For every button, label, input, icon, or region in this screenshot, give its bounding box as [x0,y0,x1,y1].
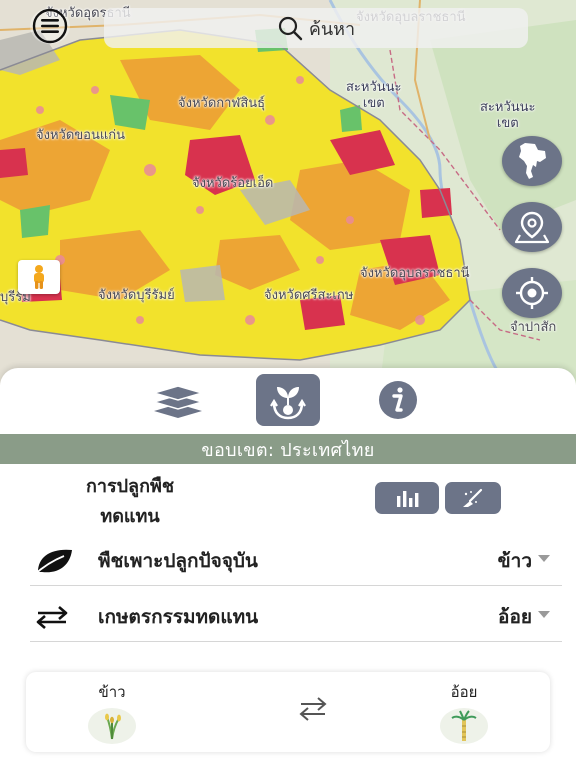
rice-icon [88,708,136,744]
hamburger-icon [32,8,68,44]
map-label-savannakhet-1: สะหวันนะ เขต [346,80,402,111]
search-placeholder: ค้นหา [308,18,356,40]
map-label-sisaket: จังหวัดศรีสะเกษ [264,288,354,303]
current-crop-label: พืชเพาะปลูกปัจจุบัน [98,549,258,572]
location-pin-button[interactable] [502,202,562,252]
alternative-crop-label: เกษตรกรรมทดแทน [98,605,259,628]
info-icon [379,381,417,419]
map-label-buriram: จังหวัดบุรีรัมย์ [98,288,175,303]
map-label-khonkaen: จังหวัดขอนแก่น [36,128,125,143]
search-icon [278,16,303,41]
panel-toolbar [0,374,576,430]
substitution-title: การปลูกพืชทดแทน [85,476,175,527]
my-location-button[interactable] [502,268,562,318]
compare-from-name: ข้าว [98,683,126,701]
crop-compare-card: ข้าว อ้อย [26,672,550,752]
chart-button[interactable] [375,482,439,514]
menu-button[interactable] [30,8,70,44]
pegman-icon [34,265,44,289]
map-label-kalasin: จังหวัดกาฬสินธุ์ [178,96,266,111]
current-crop-row[interactable]: พืชเพาะปลูกปัจจุบัน ข้าว [30,536,562,586]
leaf-icon [30,546,76,576]
exchange-icon [30,604,76,630]
land-suitability-map-layer [0,0,576,385]
street-view-pegman[interactable] [18,260,60,294]
plant-substitution-icon [270,387,306,420]
current-crop-value[interactable]: ข้าว [498,546,532,576]
location-pin-icon [514,211,550,244]
alternative-crop-row[interactable]: เกษตรกรรมทดแทน อ้อย [30,592,562,642]
chevron-down-icon [538,611,550,618]
clear-button[interactable] [445,482,501,514]
country-view-button[interactable] [502,136,562,186]
map-label-ubon: จังหวัดอุบลราชธานี [360,266,470,281]
map-label-roiet: จังหวัดร้อยเอ็ด [192,176,274,191]
scope-banner: ขอบเขต: ประเทศไทย [0,434,576,464]
sugarcane-icon [440,708,488,744]
crosshair-icon [516,277,548,309]
map-label-savannakhet-2: สะหวันนะ เขต [480,100,536,131]
map-label-champasak: จำปาสัก [510,320,557,335]
bar-chart-icon [397,491,419,507]
broom-icon [463,488,483,507]
thailand-map-icon [519,143,546,179]
layers-tab[interactable] [146,374,210,426]
layers-icon [152,385,204,418]
swap-icon[interactable] [298,694,328,728]
alternative-crop-value[interactable]: อ้อย [498,602,532,632]
compare-to: อ้อย [424,680,504,744]
substitution-tab[interactable] [256,374,320,426]
bottom-panel: ขอบเขต: ประเทศไทย การปลูกพืชทดแทน พืชเพา… [0,368,576,768]
search-bar[interactable]: ค้นหา [104,8,528,48]
map-view[interactable]: จังหวัดอุดรธานี จังหวัดอุบลราชธานี จังหว… [0,0,576,385]
compare-to-name: อ้อย [450,683,478,701]
compare-from: ข้าว [72,680,152,744]
info-tab[interactable] [366,374,430,426]
chevron-down-icon [538,555,550,562]
